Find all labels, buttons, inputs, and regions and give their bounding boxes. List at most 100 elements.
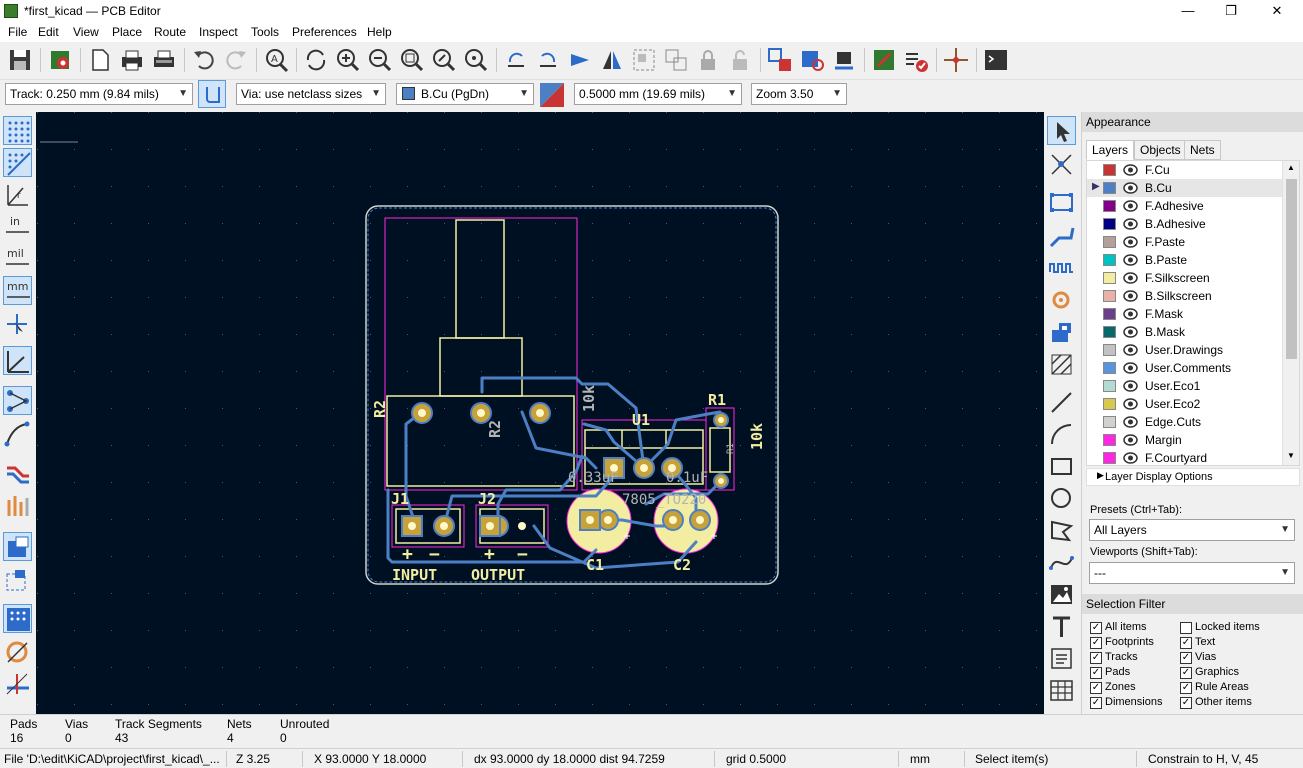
mils-units-icon[interactable]: mil bbox=[3, 244, 32, 273]
cursor-crosshair-icon[interactable] bbox=[3, 310, 32, 339]
eye-icon[interactable] bbox=[1123, 289, 1138, 303]
via-outline-icon[interactable] bbox=[3, 638, 32, 667]
maximize-button[interactable]: ❐ bbox=[1208, 0, 1254, 22]
filter-checkbox[interactable]: ✓ bbox=[1090, 637, 1102, 649]
filter-checkbox[interactable]: ✓ bbox=[1180, 682, 1192, 694]
filter-checkbox[interactable] bbox=[1180, 622, 1192, 634]
lock-icon[interactable] bbox=[694, 46, 722, 74]
scrollbar-thumb[interactable] bbox=[1286, 179, 1297, 359]
layer-row[interactable]: User.Eco1 bbox=[1087, 377, 1283, 395]
filter-checkbox[interactable]: ✓ bbox=[1090, 667, 1102, 679]
draw-rectangle-icon[interactable] bbox=[1047, 452, 1076, 481]
add-image-icon[interactable] bbox=[1047, 580, 1076, 609]
filter-checkbox[interactable]: ✓ bbox=[1090, 697, 1102, 709]
eye-icon[interactable] bbox=[1123, 415, 1138, 429]
add-table-icon[interactable] bbox=[1047, 676, 1076, 705]
board-setup-icon[interactable] bbox=[46, 46, 74, 74]
eye-icon[interactable] bbox=[1123, 361, 1138, 375]
eye-icon[interactable] bbox=[1123, 433, 1138, 447]
track-width-select[interactable]: Track: 0.250 mm (9.84 mils) ▼ bbox=[5, 83, 193, 105]
local-ratsnest-icon[interactable] bbox=[1047, 150, 1076, 179]
layer-row[interactable]: B.Paste bbox=[1087, 251, 1283, 269]
layer-pair-icon[interactable] bbox=[538, 81, 566, 109]
layer-row[interactable]: F.Mask bbox=[1087, 305, 1283, 323]
eye-icon[interactable] bbox=[1123, 163, 1138, 177]
eye-icon[interactable] bbox=[1123, 307, 1138, 321]
layer-row[interactable]: F.Courtyard bbox=[1087, 449, 1283, 465]
layer-color-swatch[interactable] bbox=[1103, 218, 1116, 230]
layer-row[interactable]: B.Silkscreen bbox=[1087, 287, 1283, 305]
filter-checkbox[interactable]: ✓ bbox=[1090, 652, 1102, 664]
via-size-select[interactable]: Via: use netclass sizes ▼ bbox=[236, 83, 386, 105]
layer-color-swatch[interactable] bbox=[1103, 272, 1116, 284]
add-textbox-icon[interactable] bbox=[1047, 644, 1076, 673]
flip-icon[interactable] bbox=[566, 46, 594, 74]
high-contrast-icon[interactable] bbox=[3, 492, 32, 521]
add-zone-icon[interactable] bbox=[1047, 318, 1076, 347]
filter-checkbox[interactable]: ✓ bbox=[1180, 697, 1192, 709]
layer-row[interactable]: User.Comments bbox=[1087, 359, 1283, 377]
filter-checkbox[interactable]: ✓ bbox=[1180, 637, 1192, 649]
page-settings-icon[interactable] bbox=[86, 46, 114, 74]
layer-color-swatch[interactable] bbox=[1103, 434, 1116, 446]
tab-objects[interactable]: Objects bbox=[1134, 140, 1187, 160]
print-icon[interactable] bbox=[118, 46, 146, 74]
eye-icon[interactable] bbox=[1123, 397, 1138, 411]
zoom-select[interactable]: Zoom 3.50 ▼ bbox=[751, 83, 847, 105]
zone-outline-icon[interactable] bbox=[3, 566, 32, 595]
layer-color-swatch[interactable] bbox=[1103, 236, 1116, 248]
viewports-select[interactable]: --- ▼ bbox=[1089, 562, 1295, 584]
layer-color-swatch[interactable] bbox=[1103, 380, 1116, 392]
layer-color-swatch[interactable] bbox=[1103, 398, 1116, 410]
add-text-icon[interactable] bbox=[1047, 612, 1076, 641]
draw-line-icon[interactable] bbox=[1047, 388, 1076, 417]
layer-color-swatch[interactable] bbox=[1103, 254, 1116, 266]
find-icon[interactable]: A bbox=[262, 46, 290, 74]
menu-inspect[interactable]: Inspect bbox=[199, 25, 238, 39]
rule-area-icon[interactable] bbox=[1047, 350, 1076, 379]
layer-row[interactable]: ▶ B.Cu bbox=[1087, 179, 1283, 197]
layer-color-swatch[interactable] bbox=[1103, 200, 1116, 212]
rotate-ccw-icon[interactable] bbox=[502, 46, 530, 74]
route-track-icon[interactable] bbox=[1047, 222, 1076, 251]
layer-color-swatch[interactable] bbox=[1103, 326, 1116, 338]
auto-track-width-icon[interactable] bbox=[198, 80, 226, 108]
layer-color-swatch[interactable] bbox=[1103, 344, 1116, 356]
layer-row[interactable]: User.Eco2 bbox=[1087, 395, 1283, 413]
pcb-canvas[interactable]: R2 R2 10k U1 R1 10k J1 J2 + − + − INPUT … bbox=[36, 112, 1044, 714]
close-button[interactable]: ✕ bbox=[1254, 0, 1300, 22]
unlock-icon[interactable] bbox=[726, 46, 754, 74]
menu-help[interactable]: Help bbox=[367, 25, 392, 39]
pad-outline-icon[interactable] bbox=[3, 604, 32, 633]
grid-overrides-icon[interactable] bbox=[3, 148, 32, 177]
eye-icon[interactable] bbox=[1123, 235, 1138, 249]
eye-icon[interactable] bbox=[1123, 271, 1138, 285]
eye-icon[interactable] bbox=[1123, 451, 1138, 465]
menu-view[interactable]: View bbox=[73, 25, 99, 39]
group-icon[interactable] bbox=[630, 46, 658, 74]
zoom-out-icon[interactable] bbox=[366, 46, 394, 74]
layer-row[interactable]: Edge.Cuts bbox=[1087, 413, 1283, 431]
chip-icon[interactable] bbox=[830, 46, 858, 74]
layer-color-swatch[interactable] bbox=[1103, 416, 1116, 428]
eye-icon[interactable] bbox=[1123, 325, 1138, 339]
layer-color-swatch[interactable] bbox=[1103, 182, 1116, 194]
tab-nets[interactable]: Nets bbox=[1184, 140, 1221, 160]
layer-row[interactable]: B.Adhesive bbox=[1087, 215, 1283, 233]
redo-icon[interactable] bbox=[222, 46, 250, 74]
filter-checkbox[interactable]: ✓ bbox=[1090, 682, 1102, 694]
menu-preferences[interactable]: Preferences bbox=[292, 25, 357, 39]
zoom-objects-icon[interactable] bbox=[430, 46, 458, 74]
presets-select[interactable]: All Layers ▼ bbox=[1089, 519, 1295, 541]
interactive-router-icon[interactable] bbox=[942, 46, 970, 74]
layer-row[interactable]: F.Cu bbox=[1087, 161, 1283, 179]
filter-checkbox[interactable]: ✓ bbox=[1180, 652, 1192, 664]
mirror-icon[interactable] bbox=[598, 46, 626, 74]
console-icon[interactable] bbox=[982, 46, 1010, 74]
show-tracks-icon[interactable] bbox=[3, 458, 32, 487]
draw-polygon-icon[interactable] bbox=[1047, 516, 1076, 545]
layer-row[interactable]: Margin bbox=[1087, 431, 1283, 449]
layer-list-scrollbar[interactable]: ▲ ▼ bbox=[1282, 161, 1299, 465]
minimize-button[interactable]: — bbox=[1165, 0, 1211, 22]
eye-icon[interactable] bbox=[1123, 379, 1138, 393]
